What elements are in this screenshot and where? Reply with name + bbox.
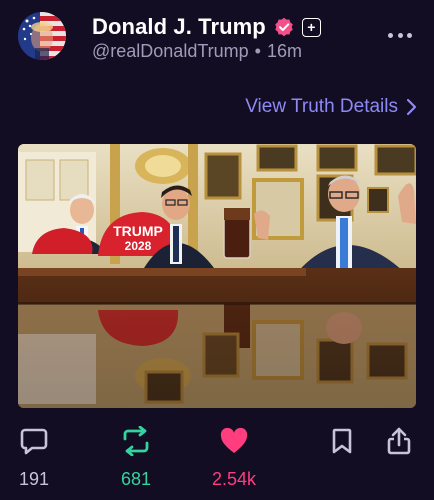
bookmark-button[interactable] bbox=[325, 424, 359, 458]
more-options-button[interactable] bbox=[388, 30, 412, 40]
post-photo-illustration: TRUMP 2028 bbox=[18, 144, 416, 408]
meta-separator: • bbox=[254, 41, 261, 61]
more-dot-icon bbox=[407, 32, 412, 38]
like-count: 2.54k bbox=[212, 469, 257, 489]
view-truth-details-label: View Truth Details bbox=[245, 96, 398, 117]
author-handle[interactable]: @realDonaldTrump bbox=[92, 41, 249, 62]
hat-text-line2: 2028 bbox=[125, 239, 152, 253]
post-actions-bar: 191 681 2.54k bbox=[0, 424, 434, 500]
share-button[interactable] bbox=[382, 424, 416, 458]
more-dot-icon bbox=[388, 32, 393, 38]
post-image[interactable]: TRUMP 2028 bbox=[18, 144, 416, 408]
reply-bubble-icon bbox=[17, 424, 51, 458]
verified-badge-icon bbox=[274, 17, 294, 37]
heart-icon bbox=[217, 424, 251, 458]
reply-count: 191 bbox=[18, 469, 50, 489]
retruth-button[interactable]: 681 bbox=[119, 424, 153, 490]
post-timestamp: 16m bbox=[266, 41, 302, 61]
bookmark-icon bbox=[332, 428, 352, 454]
author-display-name[interactable]: Donald J. Trump bbox=[92, 14, 266, 40]
avatar-image bbox=[18, 12, 66, 60]
reply-button[interactable]: 191 bbox=[17, 424, 51, 490]
post-header: Donald J. Trump + @realDonaldTrump • 16m bbox=[0, 0, 434, 80]
plus-badge-icon: + bbox=[301, 17, 321, 37]
more-dot-icon bbox=[397, 32, 403, 38]
hat-text-line1: TRUMP bbox=[113, 223, 163, 239]
view-truth-details-link[interactable]: View Truth Details bbox=[245, 96, 418, 118]
retruth-icon bbox=[119, 424, 153, 458]
share-icon bbox=[387, 427, 411, 455]
avatar[interactable] bbox=[18, 12, 66, 60]
like-button[interactable]: 2.54k bbox=[212, 424, 256, 490]
chevron-right-icon bbox=[406, 98, 417, 116]
retruth-count: 681 bbox=[120, 469, 152, 489]
author-meta: @realDonaldTrump • 16m bbox=[92, 41, 302, 62]
author-name-row: Donald J. Trump + bbox=[92, 13, 321, 41]
